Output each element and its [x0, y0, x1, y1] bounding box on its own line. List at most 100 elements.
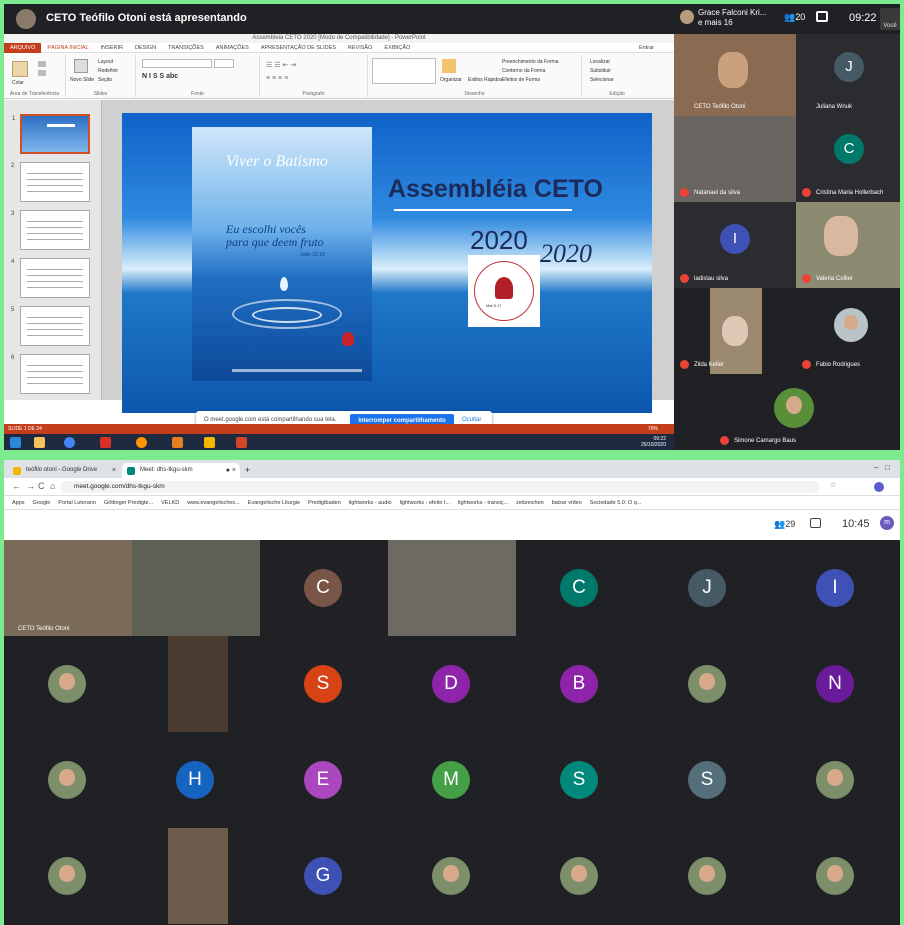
participant-tile[interactable]: S [260, 636, 388, 732]
shapes-gallery[interactable] [372, 58, 436, 84]
organize-icon[interactable] [442, 59, 456, 73]
firefox-icon[interactable] [136, 437, 147, 448]
outline-button[interactable]: Contorno da Forma [502, 68, 545, 74]
participant-tile[interactable] [4, 732, 132, 828]
hide-button[interactable]: Ocultar [462, 417, 481, 423]
participant-tile[interactable]: CETO Teófilo Otoni [4, 540, 132, 636]
effects-button[interactable]: Efeitos de Forma [502, 77, 540, 83]
tab-file[interactable]: ARQUIVO [4, 43, 42, 53]
participant-tile[interactable]: S [644, 732, 772, 828]
participant-tile[interactable]: G [260, 828, 388, 924]
thumbnail-4[interactable]: 4 [11, 258, 90, 298]
bookmark[interactable]: lightworks - efeito t... [400, 500, 450, 506]
profile-icon[interactable] [874, 482, 884, 492]
find-button[interactable]: Localizar [590, 59, 610, 65]
thumbnail-3[interactable]: 3 [11, 210, 90, 250]
current-slide[interactable]: Viver o Batismo Eu escolhi vocês para qu… [122, 113, 652, 413]
windows-start-icon[interactable] [10, 437, 21, 448]
participant-tile[interactable]: B [516, 636, 644, 732]
bookmark[interactable]: VELKD [161, 500, 179, 506]
participant-tile[interactable]: C [516, 540, 644, 636]
tab-design[interactable]: DESIGN [129, 43, 162, 53]
bookmark[interactable]: Sociedade 5.0: O q... [590, 500, 642, 506]
home-icon[interactable]: ⌂ [50, 481, 55, 491]
bookmark[interactable]: baixar vídeo [552, 500, 582, 506]
bookmark[interactable]: www.evangelisches... [187, 500, 240, 506]
bookmark[interactable]: Predigtbaden [308, 500, 341, 506]
close-icon[interactable]: ● × [226, 463, 236, 478]
participant-tile[interactable]: Simone Camargo Baus [714, 374, 882, 450]
bookmark[interactable]: Google [33, 500, 51, 506]
section-button[interactable]: Seção [98, 77, 112, 83]
replace-button[interactable]: Substituir [590, 68, 611, 74]
tab-review[interactable]: REVISÃO [342, 43, 378, 53]
bookmark[interactable]: Portal Luterano [58, 500, 96, 506]
styles-label[interactable]: Estilos Rápidos [468, 77, 502, 83]
participant-tile[interactable]: J [644, 540, 772, 636]
participant-tile[interactable] [132, 828, 260, 924]
signin-link[interactable]: Entrar [633, 43, 660, 53]
participant-tile[interactable]: Zilda Keller [674, 288, 796, 374]
bookmark[interactable]: Apps [12, 500, 25, 506]
list-icons[interactable]: ☰ ☰ ⇤ ⇥ [266, 61, 296, 69]
bold-button[interactable]: N I S S abc [142, 73, 178, 80]
participant-tile[interactable] [644, 636, 772, 732]
star-icon[interactable]: ☆ [830, 481, 836, 489]
forward-icon[interactable]: → [26, 481, 35, 491]
participant-tile[interactable]: I [772, 540, 900, 636]
paste-icon[interactable] [12, 61, 28, 77]
thumbnail-6[interactable]: 6 [11, 354, 90, 394]
chrome-icon[interactable] [64, 437, 75, 448]
powerpoint-icon[interactable] [236, 437, 247, 448]
bookmark[interactable]: lightworks - audio [349, 500, 392, 506]
people-count[interactable]: 👥29 [774, 519, 795, 530]
participant-tile[interactable] [516, 828, 644, 924]
tab-google-drive[interactable]: teófilo otoni - Google Drive × [8, 463, 120, 478]
participant-tile[interactable] [388, 828, 516, 924]
tab-slideshow[interactable]: APRESENTAÇÃO DE SLIDES [255, 43, 342, 53]
bookmark[interactable]: lightworks - transiç... [458, 500, 508, 506]
participant-tile[interactable] [644, 828, 772, 924]
thumbnail-1[interactable]: 1 [12, 114, 90, 154]
participant-tile[interactable]: H [132, 732, 260, 828]
organize-label[interactable]: Organizar [440, 77, 462, 83]
participant-tile[interactable] [4, 828, 132, 924]
file-explorer-icon[interactable] [34, 437, 45, 448]
align-icons[interactable]: ≡ ≡ ≡ ≡ [266, 75, 288, 82]
participant-tile[interactable]: C Cristina Maria Hollerbach [796, 116, 900, 202]
participant-tile[interactable]: CETO Teófilo Otoni [674, 34, 796, 116]
participant-tile[interactable]: Valeria Collier [796, 202, 900, 288]
participants-summary[interactable]: Grace Falconi Kri... e mais 16 [680, 8, 766, 28]
select-button[interactable]: Selecionar [590, 77, 614, 83]
new-slide-icon[interactable] [74, 59, 88, 73]
participant-tile[interactable]: C [260, 540, 388, 636]
participant-tile[interactable] [4, 636, 132, 732]
participant-tile[interactable]: D [388, 636, 516, 732]
chat-icon[interactable] [810, 518, 821, 528]
tab-transitions[interactable]: TRANSIÇÕES [162, 43, 210, 53]
thumbnail-5[interactable]: 5 [11, 306, 90, 346]
participant-tile[interactable]: Iladislau silva [674, 202, 796, 288]
fill-button[interactable]: Preenchimento da Forma [502, 59, 558, 65]
app-icon[interactable] [204, 437, 215, 448]
thumbnail-2[interactable]: 2 [11, 162, 90, 202]
close-icon[interactable]: × [112, 463, 116, 478]
participant-tile[interactable]: N [772, 636, 900, 732]
zoom-level[interactable]: 79% [648, 424, 658, 434]
font-name-select[interactable] [142, 59, 212, 68]
reset-button[interactable]: Redefinir [98, 68, 118, 74]
back-icon[interactable]: ← [12, 481, 21, 491]
pdf-icon[interactable] [100, 437, 111, 448]
participant-tile[interactable] [132, 540, 260, 636]
app-icon[interactable] [172, 437, 183, 448]
tab-insert[interactable]: INSERIR [95, 43, 129, 53]
new-slide-label[interactable]: Novo Slide [70, 77, 94, 83]
tab-view[interactable]: EXIBIÇÃO [378, 43, 416, 53]
people-count[interactable]: 👥20 [784, 12, 805, 23]
cut-icon[interactable] [38, 61, 46, 67]
bookmark[interactable]: zeitzeichen [516, 500, 544, 506]
participant-tile[interactable]: S [516, 732, 644, 828]
new-tab-button[interactable]: + [242, 463, 256, 478]
bookmark[interactable]: Evangelische Liturgie [248, 500, 300, 506]
url-input[interactable]: meet.google.com/dhs-tkgu-skm [60, 481, 820, 493]
